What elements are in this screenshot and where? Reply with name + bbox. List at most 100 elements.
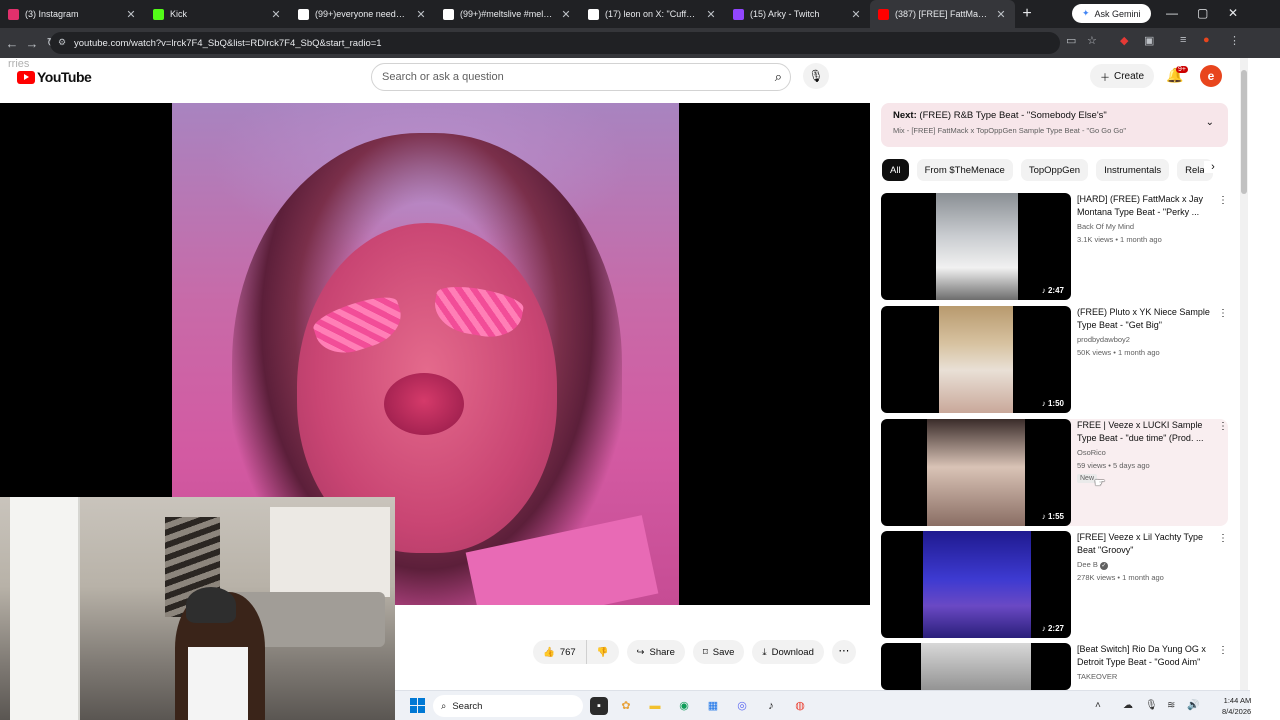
edge-icon[interactable]: ◉ [675, 697, 693, 715]
browser-tab[interactable]: Kick ✕ [145, 0, 290, 28]
channel-name[interactable]: prodbydawboy2 [1077, 335, 1130, 344]
cast-icon[interactable]: ▭ [1066, 34, 1076, 47]
recommended-video[interactable]: ♪ 2:47 [HARD] (FREE) FattMack x Jay Monta… [881, 193, 1228, 300]
more-options-icon[interactable]: ⋮ [1218, 645, 1228, 656]
youtube-logo[interactable]: YouTube [17, 69, 92, 85]
taskbar-search-input[interactable]: ⌕ Search [433, 695, 583, 717]
url-text: youtube.com/watch?v=lrck7F4_SbQ&list=RDl… [74, 37, 382, 49]
task-view-icon[interactable]: ▪ [590, 697, 608, 715]
channel-name-text: prodbydawboy2 [1077, 335, 1130, 344]
webcam-door [10, 497, 80, 720]
video-title[interactable]: [FREE] Veeze x Lil Yachty Type Beat "Gro… [1077, 531, 1217, 557]
video-thumbnail[interactable]: ♪ 1:55 [881, 419, 1071, 526]
dislike-button[interactable]: 👎 [586, 640, 619, 664]
store-icon[interactable]: ▦ [704, 697, 722, 715]
channel-name[interactable]: TAKEOVER [1077, 672, 1117, 681]
tab-close-icon[interactable]: ✕ [850, 8, 862, 21]
chevron-down-icon[interactable]: ⌄ [1206, 117, 1214, 128]
avatar[interactable]: e [1200, 65, 1222, 87]
profile-icon[interactable]: ● [1203, 34, 1210, 46]
create-button[interactable]: ＋ Create [1090, 64, 1155, 88]
tab-close-icon[interactable]: ✕ [995, 8, 1007, 21]
video-title[interactable]: FREE | Veeze x LUCKI Sample Type Beat - … [1077, 419, 1217, 445]
close-window-icon[interactable]: ✕ [1228, 6, 1238, 20]
channel-name[interactable]: OsoRico [1077, 448, 1106, 457]
recommended-video[interactable]: ♪ 1:55 FREE | Veeze x LUCKI Sample Type B… [881, 419, 1228, 526]
extension-icon[interactable]: ◆ [1120, 34, 1128, 47]
video-title[interactable]: [Beat Switch] Rio Da Yung OG x Detroit T… [1077, 643, 1217, 669]
like-button[interactable]: 👍 767 [533, 640, 587, 664]
browser-tab[interactable]: (99+)#meltslive #meltt #fyp ✕ [435, 0, 580, 28]
video-thumbnail[interactable] [881, 643, 1071, 690]
browser-menu-icon[interactable]: ⋮ [1229, 34, 1240, 47]
next-up-card[interactable]: Next: (FREE) R&B Type Beat - "Somebody E… [881, 103, 1228, 147]
file-explorer-icon[interactable]: ▬ [646, 697, 664, 715]
tab-favicon-icon [298, 8, 309, 20]
reading-list-icon[interactable]: ≡ [1180, 34, 1186, 46]
video-duration: ♪ 2:47 [1038, 285, 1067, 296]
tray-app-icon[interactable]: ☁ [1123, 700, 1133, 711]
url-field[interactable]: ⚙ youtube.com/watch?v=lrck7F4_SbQ&list=R… [50, 32, 1060, 54]
search-icon[interactable]: ⌕ [775, 69, 782, 85]
recommended-video[interactable]: ♪ 2:27 [FREE] Veeze x Lil Yachty Type Bea… [881, 531, 1228, 638]
discord-icon[interactable]: ◎ [733, 697, 751, 715]
volume-icon[interactable]: 🔊 [1187, 700, 1199, 711]
browser-tab[interactable]: (17) leon on X: "Cuffem's fit ✕ [580, 0, 725, 28]
more-options-icon[interactable]: ⋮ [1218, 308, 1228, 319]
mic-icon[interactable]: 🎙 [803, 63, 829, 89]
video-thumbnail[interactable]: ♪ 2:27 [881, 531, 1071, 638]
search-input[interactable]: Search or ask a question ⌕ [371, 63, 791, 91]
recommended-video[interactable]: [Beat Switch] Rio Da Yung OG x Detroit T… [881, 643, 1228, 690]
channel-name[interactable]: Dee B ✓ [1077, 560, 1108, 570]
more-options-icon[interactable]: ⋮ [1218, 421, 1228, 432]
tab-close-icon[interactable]: ✕ [705, 8, 717, 21]
video-duration: ♪ 1:55 [1038, 511, 1067, 522]
more-options-icon[interactable]: ⋮ [1218, 533, 1228, 544]
thumbnail-image [927, 419, 1025, 526]
video-title[interactable]: (FREE) Pluto x YK Niece Sample Type Beat… [1077, 306, 1217, 332]
ask-gemini-label: Ask Gemini [1094, 8, 1141, 19]
more-actions-icon[interactable]: ⋯ [831, 640, 856, 664]
browser-tab[interactable]: (15) Arky - Twitch ✕ [725, 0, 870, 28]
windows-start-icon[interactable] [410, 698, 425, 713]
taskbar-clock[interactable]: 1:44 AM 8/4/2026 [1222, 695, 1251, 717]
save-button[interactable]: ⌑ Save [692, 640, 745, 664]
video-title[interactable]: [HARD] (FREE) FattMack x Jay Montana Typ… [1077, 193, 1217, 219]
tab-close-icon[interactable]: ✕ [560, 8, 572, 21]
microphone-tray-icon[interactable]: 🎙 [1145, 700, 1158, 711]
extensions-puzzle-icon[interactable]: ▣ [1144, 34, 1154, 47]
notification-count-badge: 9+ [1176, 66, 1188, 73]
maximize-icon[interactable]: ▢ [1197, 6, 1208, 20]
filter-chip[interactable]: From $TheMenace [916, 159, 1013, 181]
browser-tab[interactable]: (3) Instagram ✕ [0, 0, 145, 28]
chrome-icon[interactable]: ◍ [791, 697, 809, 715]
chevron-right-icon[interactable]: › [1204, 161, 1222, 173]
filter-chip[interactable]: All [882, 159, 909, 181]
video-duration: ♪ 1:50 [1038, 398, 1067, 409]
browser-tab[interactable]: (99+)everyone needs a walk ✕ [290, 0, 435, 28]
browser-tab[interactable]: (387) [FREE] FattMack x ✕ [870, 0, 1015, 28]
chevron-up-icon[interactable]: ˄ [1095, 700, 1101, 711]
tab-close-icon[interactable]: ✕ [125, 8, 137, 21]
tiktok-icon[interactable]: ♪ [762, 697, 780, 715]
video-thumbnail[interactable]: ♪ 2:47 [881, 193, 1071, 300]
video-thumbnail[interactable]: ♪ 1:50 [881, 306, 1071, 413]
bookmark-icon: ⌑ [702, 646, 708, 658]
scrollbar-thumb[interactable] [1241, 70, 1247, 194]
filter-chip[interactable]: TopOppGen [1020, 159, 1089, 181]
channel-name[interactable]: Back Of My Mind [1077, 222, 1134, 231]
filter-chip[interactable]: Instrumentals [1096, 159, 1170, 181]
new-tab-icon[interactable]: + [1015, 5, 1039, 23]
recommended-video[interactable]: ♪ 1:50 (FREE) Pluto x YK Niece Sample Typ… [881, 306, 1228, 413]
tab-close-icon[interactable]: ✕ [415, 8, 427, 21]
site-info-icon[interactable]: ⚙ [58, 37, 66, 48]
tab-close-icon[interactable]: ✕ [270, 8, 282, 21]
wifi-icon[interactable]: ≋ [1167, 700, 1175, 711]
copilot-icon[interactable]: ✿ [617, 697, 635, 715]
bookmark-star-icon[interactable]: ☆ [1087, 34, 1097, 47]
ask-gemini-button[interactable]: ✦ Ask Gemini [1072, 4, 1151, 23]
download-button[interactable]: ⤓ Download [752, 640, 824, 664]
more-options-icon[interactable]: ⋮ [1218, 195, 1228, 206]
share-button[interactable]: ↪ Share [626, 640, 685, 664]
minimize-icon[interactable]: — [1166, 6, 1178, 20]
